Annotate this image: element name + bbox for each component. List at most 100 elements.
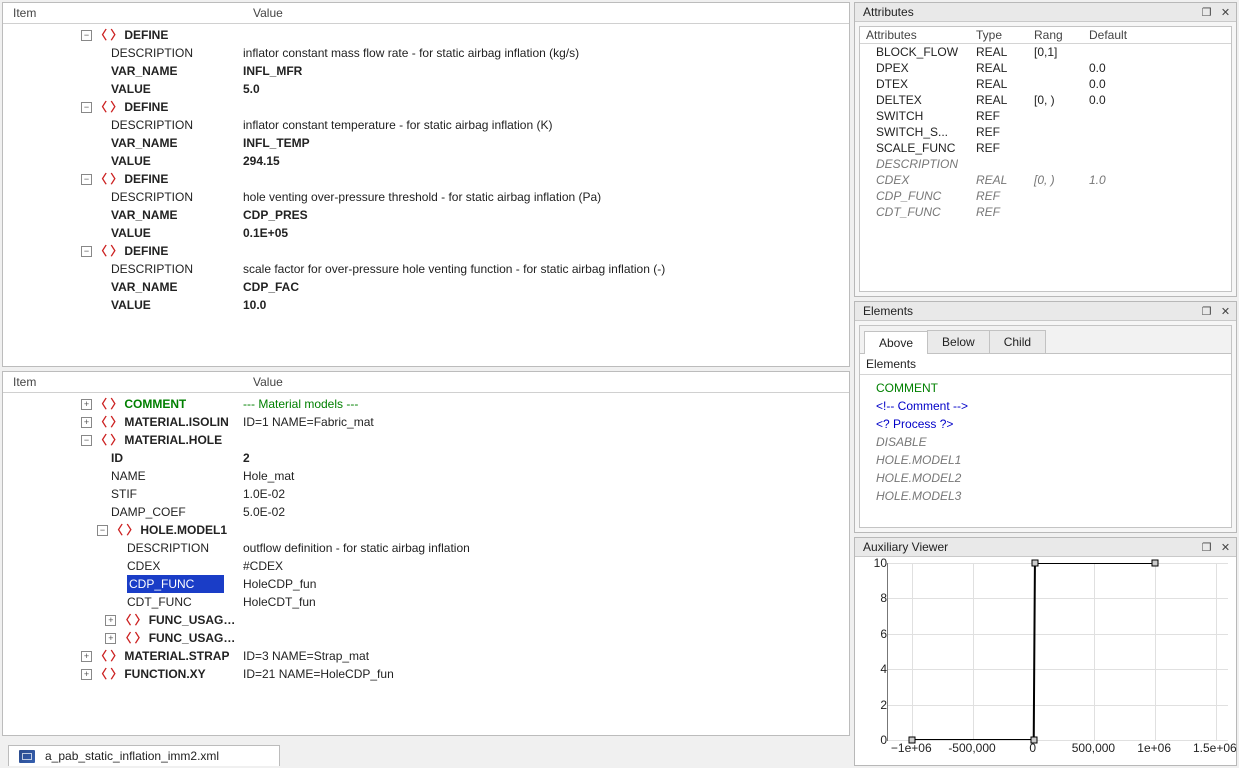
- top-tree-scroll[interactable]: −〈 〉DEFINEDESCRIPTIONinflator constant m…: [3, 24, 849, 366]
- file-tab[interactable]: a_pab_static_inflation_imm2.xml: [8, 745, 280, 766]
- attribute-row[interactable]: DTEXREAL0.0: [860, 76, 1231, 92]
- expand-icon[interactable]: +: [81, 651, 92, 662]
- tree-item-label: FUNC_USAGE.2D: [149, 611, 243, 629]
- tree-row[interactable]: VALUE10.0: [3, 296, 849, 314]
- tree-row[interactable]: VAR_NAMEINFL_MFR: [3, 62, 849, 80]
- tree-row[interactable]: CDEX#CDEX: [3, 557, 849, 575]
- elements-list[interactable]: COMMENT<!-- Comment --><? Process ?>DISA…: [860, 375, 1231, 509]
- attribute-row[interactable]: BLOCK_FLOWREAL[0,1]: [860, 44, 1231, 60]
- tree-row[interactable]: −〈 〉DEFINE: [3, 242, 849, 260]
- tree-row[interactable]: STIF1.0E-02: [3, 485, 849, 503]
- tree-spacer-icon: [97, 471, 108, 482]
- file-tab-label: a_pab_static_inflation_imm2.xml: [45, 749, 219, 763]
- tree-item-value: INFL_MFR: [243, 62, 839, 80]
- undock-icon[interactable]: ❐: [1200, 541, 1213, 554]
- xml-tag-icon: 〈 〉: [95, 98, 122, 116]
- tree-item-label: VALUE: [111, 80, 151, 98]
- tree-spacer-icon: [113, 597, 124, 608]
- tree-item-value: CDP_PRES: [243, 206, 839, 224]
- expand-icon[interactable]: +: [81, 417, 92, 428]
- attribute-row[interactable]: CDEXREAL[0, )1.0: [860, 172, 1231, 188]
- tree-row[interactable]: +〈 〉FUNC_USAGE.2D: [3, 629, 849, 647]
- collapse-icon[interactable]: −: [81, 435, 92, 446]
- expand-icon[interactable]: +: [105, 615, 116, 626]
- tree-row[interactable]: NAMEHole_mat: [3, 467, 849, 485]
- undock-icon[interactable]: ❐: [1200, 6, 1213, 19]
- elements-list-item[interactable]: <? Process ?>: [866, 415, 1225, 433]
- tree-row[interactable]: +〈 〉MATERIAL.STRAP ID=3 NAME=Strap_mat: [3, 647, 849, 665]
- bottom-tree[interactable]: +〈 〉COMMENT--- Material models ---+〈 〉MA…: [3, 393, 849, 689]
- elements-list-item[interactable]: DISABLE: [866, 433, 1225, 451]
- bottom-tree-scroll[interactable]: +〈 〉COMMENT--- Material models ---+〈 〉MA…: [3, 393, 849, 735]
- close-icon[interactable]: ✕: [1219, 305, 1232, 318]
- tab-child[interactable]: Child: [989, 330, 1046, 353]
- y-tick-label: 6: [857, 627, 887, 641]
- attributes-rows[interactable]: BLOCK_FLOWREAL[0,1]DPEXREAL0.0DTEXREAL0.…: [860, 44, 1231, 220]
- tree-row[interactable]: +〈 〉COMMENT--- Material models ---: [3, 395, 849, 413]
- attribute-row[interactable]: SWITCH_S...REF: [860, 124, 1231, 140]
- tree-row[interactable]: VAR_NAMECDP_PRES: [3, 206, 849, 224]
- elements-list-item[interactable]: HOLE.MODEL1: [866, 451, 1225, 469]
- collapse-icon[interactable]: −: [97, 525, 108, 536]
- tree-row[interactable]: DESCRIPTIONscale factor for over-pressur…: [3, 260, 849, 278]
- tree-item-value: INFL_TEMP: [243, 134, 839, 152]
- elements-list-item[interactable]: HOLE.MODEL3: [866, 487, 1225, 505]
- tree-item-label: DESCRIPTION: [111, 188, 193, 206]
- tree-row[interactable]: −〈 〉DEFINE: [3, 26, 849, 44]
- tree-item-value: --- Material models ---: [243, 395, 839, 413]
- close-icon[interactable]: ✕: [1219, 541, 1232, 554]
- collapse-icon[interactable]: −: [81, 246, 92, 257]
- tree-row[interactable]: VAR_NAME INFL_TEMP: [3, 134, 849, 152]
- attribute-row[interactable]: CDP_FUNCREF: [860, 188, 1231, 204]
- tree-item-label: CDEX: [127, 557, 160, 575]
- tree-row[interactable]: VALUE0.1E+05: [3, 224, 849, 242]
- tree-spacer-icon: [97, 120, 108, 131]
- x-tick-label: 0: [1029, 741, 1036, 755]
- collapse-icon[interactable]: −: [81, 174, 92, 185]
- attribute-row[interactable]: DPEXREAL0.0: [860, 60, 1231, 76]
- tree-row[interactable]: −〈 〉DEFINE: [3, 170, 849, 188]
- attribute-row[interactable]: SWITCHREF: [860, 108, 1231, 124]
- tree-item-label: VAR_NAME: [111, 134, 177, 152]
- tree-row[interactable]: DESCRIPTIONhole venting over-pressure th…: [3, 188, 849, 206]
- expand-icon[interactable]: +: [105, 633, 116, 644]
- y-tick-label: 10: [857, 556, 887, 570]
- tree-row[interactable]: VAR_NAMECDP_FAC: [3, 278, 849, 296]
- close-icon[interactable]: ✕: [1219, 6, 1232, 19]
- tree-row[interactable]: +〈 〉FUNCTION.XY ID=21 NAME=HoleCDP_fun: [3, 665, 849, 683]
- expand-icon[interactable]: +: [81, 399, 92, 410]
- elements-list-item[interactable]: COMMENT: [866, 379, 1225, 397]
- tree-row[interactable]: ID2: [3, 449, 849, 467]
- tree-row[interactable]: +〈 〉FUNC_USAGE.2D: [3, 611, 849, 629]
- tree-item-label: VALUE: [111, 152, 151, 170]
- collapse-icon[interactable]: −: [81, 30, 92, 41]
- tree-row[interactable]: DESCRIPTIONinflator constant temperature…: [3, 116, 849, 134]
- tab-below[interactable]: Below: [927, 330, 990, 353]
- tree-row[interactable]: DESCRIPTIONoutflow definition - for stat…: [3, 539, 849, 557]
- tree-row[interactable]: VALUE5.0: [3, 80, 849, 98]
- open-files-tabbar: a_pab_static_inflation_imm2.xml: [2, 740, 850, 766]
- tree-row[interactable]: CDT_FUNCHoleCDT_fun: [3, 593, 849, 611]
- attribute-row[interactable]: DELTEXREAL[0, )0.0: [860, 92, 1231, 108]
- tree-row[interactable]: VALUE294.15: [3, 152, 849, 170]
- tree-row[interactable]: +〈 〉MATERIAL.ISOLIN ID=1 NAME=Fabric_mat: [3, 413, 849, 431]
- top-tree[interactable]: −〈 〉DEFINEDESCRIPTIONinflator constant m…: [3, 24, 849, 320]
- tree-item-value: HoleCDT_fun: [243, 593, 839, 611]
- elements-list-item[interactable]: <!-- Comment -->: [866, 397, 1225, 415]
- tree-row[interactable]: DESCRIPTIONinflator constant mass flow r…: [3, 44, 849, 62]
- elements-list-item[interactable]: HOLE.MODEL2: [866, 469, 1225, 487]
- collapse-icon[interactable]: −: [81, 102, 92, 113]
- undock-icon[interactable]: ❐: [1200, 305, 1213, 318]
- tree-row[interactable]: DAMP_COEF5.0E-02: [3, 503, 849, 521]
- tab-above[interactable]: Above: [864, 331, 928, 354]
- attribute-row[interactable]: DESCRIPTION: [860, 156, 1231, 172]
- col-item: Item: [13, 6, 253, 20]
- tree-row[interactable]: −〈 〉HOLE.MODEL1: [3, 521, 849, 539]
- y-tick-label: 2: [857, 698, 887, 712]
- expand-icon[interactable]: +: [81, 669, 92, 680]
- tree-row[interactable]: −〈 〉DEFINE: [3, 98, 849, 116]
- tree-row[interactable]: −〈 〉MATERIAL.HOLE: [3, 431, 849, 449]
- attribute-row[interactable]: CDT_FUNCREF: [860, 204, 1231, 220]
- attribute-row[interactable]: SCALE_FUNCREF: [860, 140, 1231, 156]
- tree-row[interactable]: CDP_FUNCHoleCDP_fun: [3, 575, 849, 593]
